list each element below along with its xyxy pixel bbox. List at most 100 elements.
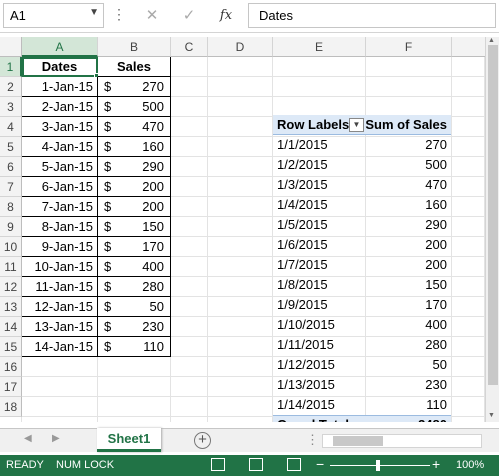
table-sales-cell[interactable]: $280 — [98, 277, 171, 297]
pivot-row-label[interactable]: 1/8/2015 — [277, 275, 367, 295]
pivot-row-value[interactable]: 500 — [367, 155, 451, 175]
column-header-c[interactable]: C — [171, 37, 208, 57]
pivot-row-label[interactable]: 1/6/2015 — [277, 235, 367, 255]
table-date-cell[interactable]: 3-Jan-15 — [22, 117, 98, 137]
pivot-row-label[interactable]: 1/4/2015 — [277, 195, 367, 215]
table-sales-cell[interactable]: $470 — [98, 117, 171, 137]
pivot-grand-total-label[interactable]: Grand Total — [277, 415, 367, 422]
select-all-corner[interactable] — [0, 37, 22, 57]
horizontal-scroll-thumb[interactable] — [333, 436, 383, 446]
pivot-row-value[interactable]: 160 — [367, 195, 451, 215]
table-date-cell[interactable]: 5-Jan-15 — [22, 157, 98, 177]
zoom-level[interactable]: 100% — [456, 459, 484, 471]
pivot-row-label[interactable]: 1/10/2015 — [277, 315, 367, 335]
normal-view-icon[interactable] — [211, 458, 225, 471]
pivot-row-value[interactable]: 400 — [367, 315, 451, 335]
row-header-2[interactable]: 2 — [0, 77, 22, 97]
pivot-row-value[interactable]: 200 — [367, 255, 451, 275]
table-sales-cell[interactable]: $500 — [98, 97, 171, 117]
row-header-11[interactable]: 11 — [0, 257, 22, 277]
filter-dropdown-icon[interactable]: ▼ — [349, 118, 364, 132]
row-header-8[interactable]: 8 — [0, 197, 22, 217]
table-date-cell[interactable]: 6-Jan-15 — [22, 177, 98, 197]
table-date-cell[interactable]: 13-Jan-15 — [22, 317, 98, 337]
table-date-cell[interactable]: 2-Jan-15 — [22, 97, 98, 117]
pivot-row-value[interactable]: 150 — [367, 275, 451, 295]
pivot-row-value[interactable]: 110 — [367, 395, 451, 415]
pivot-row-label[interactable]: 1/12/2015 — [277, 355, 367, 375]
pivot-row-label[interactable]: 1/14/2015 — [277, 395, 367, 415]
row-header-17[interactable]: 17 — [0, 377, 22, 397]
table-sales-cell[interactable]: $200 — [98, 177, 171, 197]
row-header-15[interactable]: 15 — [0, 337, 22, 357]
sheet-tab-sheet1[interactable]: Sheet1 — [97, 428, 161, 452]
pivot-row-label[interactable]: 1/5/2015 — [277, 215, 367, 235]
insert-function-icon[interactable]: fx — [215, 5, 237, 27]
more-horizontal-icon[interactable]: ⋮ — [306, 432, 319, 448]
scroll-down-icon[interactable]: ▼ — [488, 412, 495, 419]
column-header-g[interactable] — [452, 37, 485, 57]
row-header-3[interactable]: 3 — [0, 97, 22, 117]
zoom-slider-knob[interactable] — [376, 460, 380, 471]
table-date-cell[interactable]: 14-Jan-15 — [22, 337, 98, 357]
table-date-cell[interactable]: 10-Jan-15 — [22, 257, 98, 277]
zoom-out-button[interactable]: − — [316, 456, 324, 472]
table-sales-cell[interactable]: $150 — [98, 217, 171, 237]
row-header-13[interactable]: 13 — [0, 297, 22, 317]
zoom-in-button[interactable]: + — [432, 456, 440, 472]
pivot-row-label[interactable]: 1/3/2015 — [277, 175, 367, 195]
pivot-row-value[interactable]: 50 — [367, 355, 451, 375]
column-header-e[interactable]: E — [273, 37, 366, 57]
name-box[interactable]: A1 ▼ — [3, 3, 104, 28]
pivot-row-value[interactable]: 290 — [367, 215, 451, 235]
pivot-row-label[interactable]: 1/2/2015 — [277, 155, 367, 175]
scroll-up-icon[interactable]: ▲ — [488, 37, 495, 44]
pivot-row-label[interactable]: 1/7/2015 — [277, 255, 367, 275]
horizontal-scrollbar[interactable] — [322, 434, 482, 448]
formula-input[interactable]: Dates — [248, 3, 496, 28]
row-header-7[interactable]: 7 — [0, 177, 22, 197]
table-date-cell[interactable]: 4-Jan-15 — [22, 137, 98, 157]
table-date-cell[interactable]: 11-Jan-15 — [22, 277, 98, 297]
table-sales-cell[interactable]: $290 — [98, 157, 171, 177]
column-header-b[interactable]: B — [98, 37, 171, 57]
row-header-10[interactable]: 10 — [0, 237, 22, 257]
pivot-row-value[interactable]: 470 — [367, 175, 451, 195]
table-sales-cell[interactable]: $230 — [98, 317, 171, 337]
pivot-row-label[interactable]: 1/11/2015 — [277, 335, 367, 355]
row-header-6[interactable]: 6 — [0, 157, 22, 177]
column-header-f[interactable]: F — [366, 37, 452, 57]
page-break-icon[interactable] — [287, 458, 301, 471]
row-header-18[interactable]: 18 — [0, 397, 22, 417]
table-sales-cell[interactable]: $200 — [98, 197, 171, 217]
table-sales-cell[interactable]: $50 — [98, 297, 171, 317]
more-vertical-icon[interactable]: ⋮ — [112, 6, 126, 23]
table-date-cell[interactable]: 1-Jan-15 — [22, 77, 98, 97]
table-sales-cell[interactable]: $170 — [98, 237, 171, 257]
table-sales-cell[interactable]: $110 — [98, 337, 171, 357]
table-sales-cell[interactable]: $400 — [98, 257, 171, 277]
table-header-sales[interactable]: Sales — [98, 57, 171, 77]
pivot-row-value[interactable]: 230 — [367, 375, 451, 395]
row-header-14[interactable]: 14 — [0, 317, 22, 337]
pivot-row-value[interactable]: 200 — [367, 235, 451, 255]
table-header-dates[interactable]: Dates — [22, 57, 98, 77]
row-header-1[interactable]: 1 — [0, 57, 22, 77]
vertical-scroll-thumb[interactable] — [488, 45, 498, 385]
pivot-row-label[interactable]: 1/1/2015 — [277, 135, 367, 155]
tab-prev-icon[interactable]: ◀ — [24, 433, 32, 444]
row-header-9[interactable]: 9 — [0, 217, 22, 237]
column-header-d[interactable]: D — [208, 37, 273, 57]
row-header-12[interactable]: 12 — [0, 277, 22, 297]
vertical-scrollbar[interactable]: ▲ ▼ — [485, 37, 499, 422]
row-header-5[interactable]: 5 — [0, 137, 22, 157]
add-sheet-button[interactable]: + — [194, 432, 211, 449]
row-header-4[interactable]: 4 — [0, 117, 22, 137]
column-header-a[interactable]: A — [22, 37, 98, 57]
pivot-row-label[interactable]: 1/9/2015 — [277, 295, 367, 315]
page-layout-icon[interactable] — [249, 458, 263, 471]
table-date-cell[interactable]: 12-Jan-15 — [22, 297, 98, 317]
table-date-cell[interactable]: 7-Jan-15 — [22, 197, 98, 217]
table-date-cell[interactable]: 8-Jan-15 — [22, 217, 98, 237]
table-sales-cell[interactable]: $160 — [98, 137, 171, 157]
